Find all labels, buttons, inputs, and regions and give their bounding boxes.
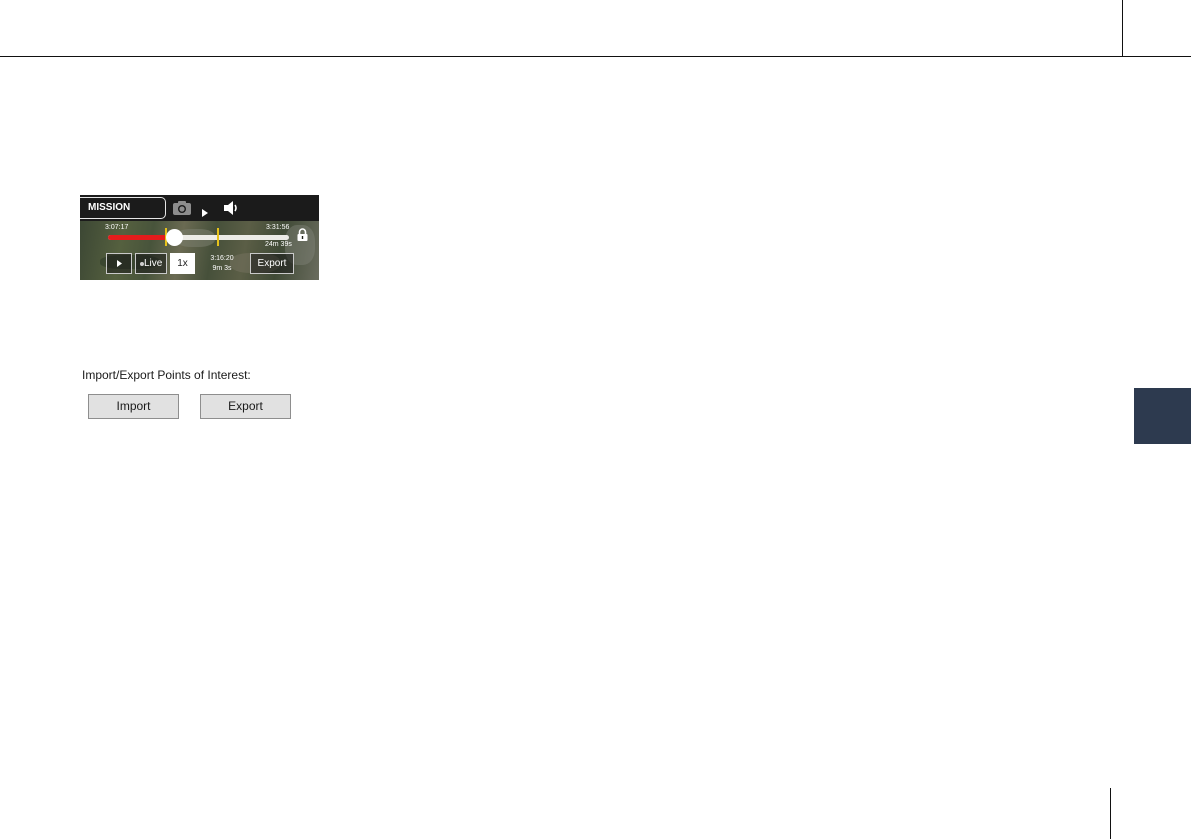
export-poi-button[interactable]: Export (200, 394, 291, 419)
end-time: 3:31:56 (266, 224, 290, 231)
header-rule-divider (1122, 0, 1123, 57)
footer-rule (1110, 788, 1111, 839)
start-time: 3:07:17 (105, 224, 129, 231)
lock-icon[interactable] (297, 228, 308, 241)
mission-tab[interactable]: MISSION (80, 197, 166, 219)
playback-bar-screenshot: MISSION 3:07:17 3:31:56 24m 39s Live 1x … (80, 195, 319, 280)
timeline-scrubber[interactable] (166, 229, 183, 246)
elapsed-duration: 9m 3s (212, 265, 232, 272)
import-poi-button[interactable]: Import (88, 394, 179, 419)
mission-tab-label: MISSION (88, 202, 131, 213)
live-dot-icon (140, 262, 144, 266)
speaker-icon[interactable] (223, 200, 240, 216)
current-time: 3:16:20 (210, 255, 234, 262)
live-label: Live (144, 258, 163, 269)
chapter-side-tab (1134, 388, 1191, 444)
total-duration: 24m 39s (265, 241, 292, 248)
export-clip-label: Export (257, 258, 287, 269)
export-clip-button[interactable]: Export (250, 253, 294, 274)
poi-section-label: Import/Export Points of Interest: (82, 368, 251, 382)
play-arrow-icon[interactable] (202, 204, 208, 217)
timeline-marker (217, 228, 219, 246)
play-icon (117, 260, 122, 267)
play-button[interactable] (106, 253, 132, 274)
live-button[interactable]: Live (135, 253, 167, 274)
camera-icon[interactable] (172, 200, 192, 216)
speed-button[interactable]: 1x (170, 253, 195, 274)
header-rule (0, 56, 1191, 57)
speed-label: 1x (177, 258, 188, 269)
